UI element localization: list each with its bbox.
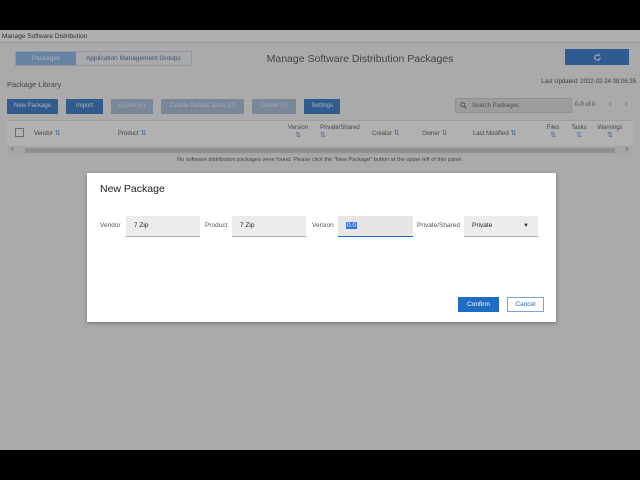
version-value: 0.0 (346, 222, 358, 229)
version-field[interactable]: 0.0 (338, 216, 413, 237)
private-shared-select[interactable]: Private ▼ (464, 216, 538, 237)
product-label: Product (205, 222, 228, 229)
vendor-label: Vendor (100, 222, 121, 229)
cancel-button[interactable]: Cancel (507, 297, 544, 312)
product-field[interactable]: 7 Zip (232, 216, 306, 237)
version-label: Version (312, 222, 334, 229)
app-window: Manage Software Distribution Packages Ap… (0, 30, 640, 450)
new-package-dialog: New Package Vendor 7 Zip Product 7 Zip V… (87, 173, 556, 322)
private-shared-value: Private (472, 222, 493, 229)
private-shared-label: Private/Shared (417, 222, 460, 229)
confirm-button[interactable]: Confirm (458, 297, 499, 312)
vendor-field[interactable]: 7 Zip (126, 216, 200, 237)
chevron-down-icon: ▼ (523, 223, 529, 229)
dialog-title: New Package (100, 183, 165, 195)
